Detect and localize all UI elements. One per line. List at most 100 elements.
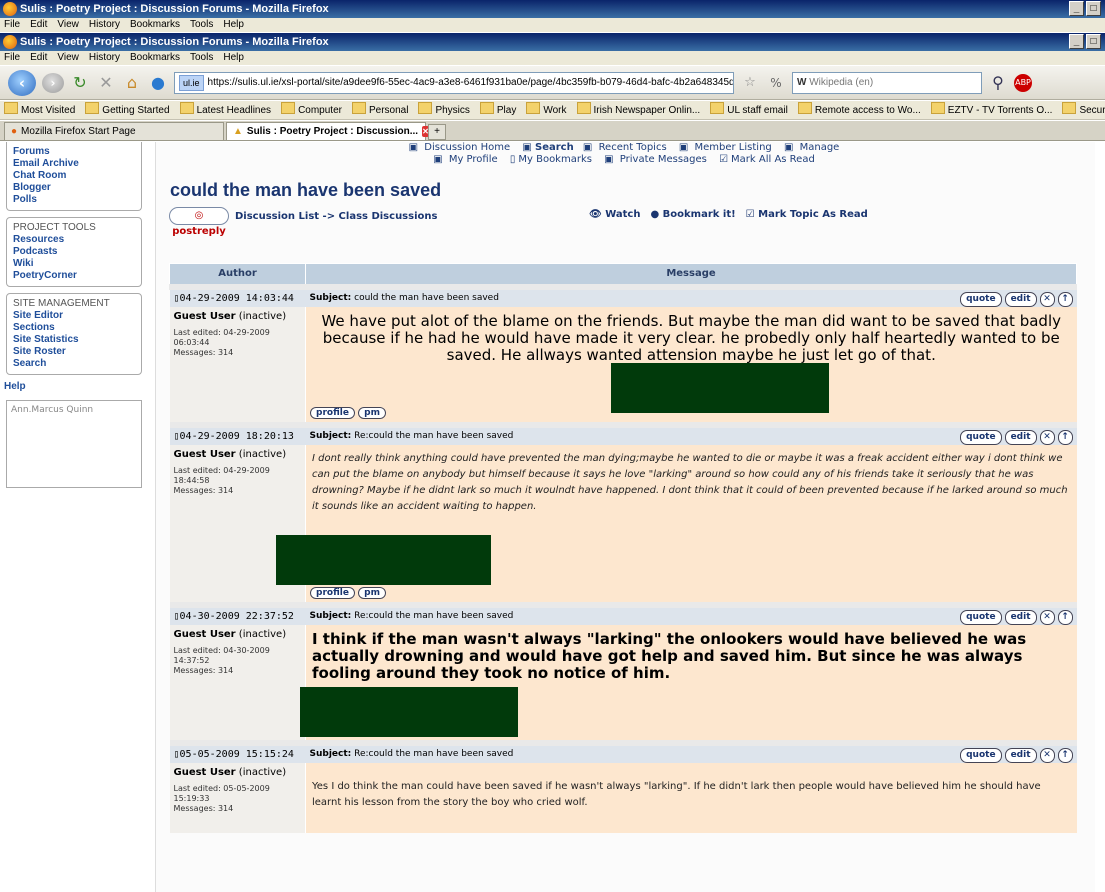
menu-edit[interactable]: Edit: [30, 51, 47, 65]
bookmark-item[interactable]: Computer: [281, 101, 342, 119]
bookmark-item[interactable]: Work: [526, 101, 566, 119]
quote-button[interactable]: quote: [960, 291, 1002, 307]
profile-button[interactable]: profile: [310, 586, 355, 599]
search-input[interactable]: W Wikipedia (en): [792, 71, 982, 94]
delete-icon[interactable]: ✕: [1039, 747, 1055, 763]
mark-topic-read-button[interactable]: ☑ Mark Topic As Read: [746, 209, 868, 220]
up-arrow-icon[interactable]: ↑: [1057, 291, 1073, 307]
bookmark-item[interactable]: Remote access to Wo...: [798, 101, 921, 119]
site-identity-badge[interactable]: ul.ie: [179, 74, 204, 91]
bookmark-item[interactable]: Getting Started: [85, 101, 169, 119]
adblock-icon[interactable]: ABP: [1014, 73, 1032, 92]
edit-button[interactable]: edit: [1004, 429, 1037, 445]
menu-file[interactable]: File: [4, 18, 20, 32]
url-bar[interactable]: ul.ie https://sulis.ul.ie/xsl-portal/sit…: [174, 71, 734, 94]
menu-bookmarks[interactable]: Bookmarks: [130, 51, 180, 65]
watch-button[interactable]: 👁 Watch: [589, 209, 640, 220]
sidebar-link-podcasts[interactable]: Podcasts: [13, 246, 135, 258]
sidebar-link-forums[interactable]: Forums: [13, 146, 135, 158]
home-icon[interactable]: ⌂: [122, 73, 142, 93]
bookmark-item[interactable]: UL staff email: [710, 101, 788, 119]
minimize-button[interactable]: _: [1069, 1, 1084, 16]
minimize-button[interactable]: _: [1069, 34, 1084, 49]
delete-icon[interactable]: ✕: [1039, 429, 1055, 445]
breadcrumb[interactable]: Discussion List -> Class Discussions: [235, 211, 437, 222]
back-button[interactable]: ‹: [8, 69, 36, 96]
nav-recent-topics[interactable]: ▣ Recent Topics: [583, 142, 670, 153]
menu-view[interactable]: View: [57, 18, 79, 32]
nav-my-bookmarks[interactable]: ▯ My Bookmarks: [510, 154, 595, 165]
menu-bookmarks[interactable]: Bookmarks: [130, 18, 180, 32]
quote-button[interactable]: quote: [960, 747, 1002, 763]
sidebar-link-wiki[interactable]: Wiki: [13, 258, 135, 270]
edit-button[interactable]: edit: [1004, 609, 1037, 625]
post-reply-button[interactable]: ◎ postreply: [169, 207, 229, 237]
restore-button[interactable]: □: [1086, 34, 1101, 49]
sidebar-link-resources[interactable]: Resources: [13, 234, 135, 246]
nav-discussion-home[interactable]: ▣ Discussion Home: [409, 142, 514, 153]
menu-view[interactable]: View: [57, 51, 79, 65]
stop-icon[interactable]: ✕: [96, 73, 116, 93]
menu-edit[interactable]: Edit: [30, 18, 47, 32]
percent-icon[interactable]: %: [766, 73, 786, 93]
sidebar-link-poetrycorner[interactable]: PoetryCorner: [13, 270, 135, 282]
up-arrow-icon[interactable]: ↑: [1057, 609, 1073, 625]
delete-icon[interactable]: ✕: [1039, 609, 1055, 625]
bookmark-item[interactable]: Play: [480, 101, 516, 119]
menu-tools[interactable]: Tools: [190, 51, 213, 65]
help-link[interactable]: Help: [4, 381, 148, 392]
forward-button[interactable]: ›: [42, 72, 64, 93]
binoculars-icon: 👁: [589, 209, 602, 220]
delete-icon[interactable]: ✕: [1039, 291, 1055, 307]
tab-discussion[interactable]: ▲ Sulis : Poetry Project : Discussion...…: [226, 122, 429, 140]
edit-button[interactable]: edit: [1004, 291, 1037, 307]
new-tab-button[interactable]: +: [428, 124, 446, 140]
quote-button[interactable]: quote: [960, 609, 1002, 625]
quote-button[interactable]: quote: [960, 429, 1002, 445]
menu-help[interactable]: Help: [223, 18, 244, 32]
nav-my-profile[interactable]: ▣ My Profile: [433, 154, 500, 165]
post-message: Yes I do think the man could have been s…: [305, 762, 1077, 833]
bookmark-item[interactable]: Irish Newspaper Onlin...: [577, 101, 701, 119]
pm-button[interactable]: pm: [358, 406, 386, 419]
bookmark-it-button[interactable]: ● Bookmark it!: [650, 209, 735, 220]
restore-button[interactable]: □: [1086, 1, 1101, 16]
sidebar-link-polls[interactable]: Polls: [13, 194, 135, 206]
bookmark-item[interactable]: Most Visited: [4, 101, 75, 119]
tab-start-page[interactable]: ● Mozilla Firefox Start Page: [4, 122, 224, 140]
sidebar-link-site-editor[interactable]: Site Editor: [13, 310, 135, 322]
bookmark-item[interactable]: Security: [1062, 101, 1105, 119]
sidebar-link-site-roster[interactable]: Site Roster: [13, 346, 135, 358]
menu-bar-2: File Edit View History Bookmarks Tools H…: [0, 51, 1105, 65]
nav-mark-all-read[interactable]: ☑ Mark All As Read: [719, 154, 818, 165]
bookmark-item[interactable]: Personal: [352, 101, 408, 119]
post-author: Guest User (inactive) Last edited: 04-30…: [169, 624, 306, 723]
up-arrow-icon[interactable]: ↑: [1057, 429, 1073, 445]
sidebar-link-sections[interactable]: Sections: [13, 322, 135, 334]
bird-icon[interactable]: ●: [148, 73, 168, 93]
menu-help[interactable]: Help: [223, 51, 244, 65]
nav-private-messages[interactable]: ▣ Private Messages: [604, 154, 710, 165]
sidebar-link-blogger[interactable]: Blogger: [13, 182, 135, 194]
nav-manage[interactable]: ▣ Manage: [784, 142, 842, 153]
menu-file[interactable]: File: [4, 51, 20, 65]
nav-search[interactable]: ▣ Search: [522, 142, 573, 153]
menu-history[interactable]: History: [89, 18, 120, 32]
pm-button[interactable]: pm: [358, 586, 386, 599]
menu-tools[interactable]: Tools: [190, 18, 213, 32]
profile-button[interactable]: profile: [310, 406, 355, 419]
bookmark-item[interactable]: Physics: [418, 101, 469, 119]
edit-button[interactable]: edit: [1004, 747, 1037, 763]
bookmark-item[interactable]: Latest Headlines: [180, 101, 272, 119]
reload-icon[interactable]: ↻: [70, 73, 90, 93]
nav-member-listing[interactable]: ▣ Member Listing: [679, 142, 775, 153]
sidebar-link-email-archive[interactable]: Email Archive: [13, 158, 135, 170]
star-icon[interactable]: ☆: [740, 73, 760, 93]
sidebar-link-site-statistics[interactable]: Site Statistics: [13, 334, 135, 346]
search-icon[interactable]: ⚲: [988, 73, 1008, 93]
sidebar-link-search[interactable]: Search: [13, 358, 135, 370]
sidebar-link-chat-room[interactable]: Chat Room: [13, 170, 135, 182]
bookmark-item[interactable]: EZTV - TV Torrents O...: [931, 101, 1053, 119]
menu-history[interactable]: History: [89, 51, 120, 65]
up-arrow-icon[interactable]: ↑: [1057, 747, 1073, 763]
